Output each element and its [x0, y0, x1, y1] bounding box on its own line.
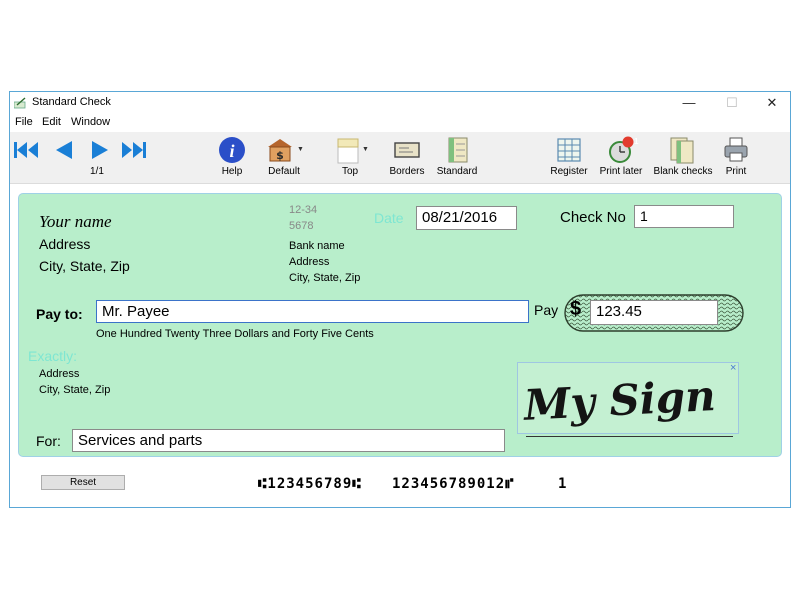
amount-in-words: One Hundred Twenty Three Dollars and For…: [96, 328, 374, 340]
check-pen-icon: [14, 97, 26, 109]
signature-remove-icon[interactable]: ×: [730, 362, 736, 374]
chevron-down-icon: ▼: [362, 146, 369, 153]
date-label: Date: [374, 210, 404, 226]
chevron-down-icon: ▼: [297, 146, 304, 153]
check-form: Your name Address City, State, Zip 12-34…: [18, 193, 782, 457]
borders-button[interactable]: Borders: [387, 134, 427, 180]
memo-field[interactable]: Services and parts: [72, 429, 505, 452]
register-grid-icon: [557, 138, 581, 162]
micr-account: 123456789012⑈: [392, 476, 515, 492]
bank-address[interactable]: Address: [289, 256, 329, 268]
signature-text: My Sign: [521, 371, 717, 430]
previous-page-icon[interactable]: [50, 138, 78, 162]
page-indicator: 1/1: [90, 166, 104, 177]
menu-file[interactable]: File: [15, 116, 33, 128]
toolbar: 1/1 i Help $ ▼ Default ▼ Top Borders Sta…: [10, 132, 790, 184]
payer-name[interactable]: Your name: [39, 212, 112, 232]
svg-text:$: $: [276, 149, 284, 162]
check-border-icon: [394, 142, 420, 158]
app-window: Standard Check — ☐ ✕ File Edit Window 1/…: [9, 91, 791, 508]
close-button[interactable]: ✕: [757, 94, 787, 112]
check-no-field[interactable]: 1: [634, 205, 734, 228]
checks-stack-icon: [448, 137, 468, 163]
print-later-badge: 1: [634, 137, 639, 146]
signature-image: My Sign: [521, 371, 717, 430]
date-field[interactable]: 08/21/2016: [416, 206, 517, 230]
window-title: Standard Check: [32, 96, 111, 108]
clock-add-icon: [609, 136, 634, 163]
title-bar: Standard Check — ☐ ✕: [10, 92, 790, 114]
payee-address[interactable]: Address: [39, 368, 79, 380]
signature-box[interactable]: My Sign ×: [517, 362, 739, 434]
menu-edit[interactable]: Edit: [42, 116, 61, 128]
amount-field[interactable]: 123.45: [590, 300, 718, 325]
blank-checks-icon: [670, 137, 694, 164]
next-page-icon[interactable]: [86, 138, 114, 162]
last-page-icon[interactable]: [120, 138, 148, 162]
pay-to-label: Pay to:: [36, 306, 83, 322]
printer-icon: [724, 137, 748, 162]
help-button[interactable]: i Help: [212, 134, 252, 180]
pay-label: Pay: [534, 302, 559, 318]
signature-line: [526, 436, 733, 437]
pay-to-field[interactable]: Mr. Payee: [96, 300, 529, 323]
for-label: For:: [36, 433, 61, 449]
check-no-label: Check No: [560, 209, 626, 226]
svg-text:i: i: [229, 141, 234, 161]
payer-city[interactable]: City, State, Zip: [39, 258, 130, 274]
micr-check-number: 1: [558, 476, 568, 492]
info-icon: i: [219, 137, 245, 163]
top-position-button[interactable]: ▼ Top: [330, 134, 370, 180]
register-button[interactable]: Register: [547, 134, 591, 180]
print-button[interactable]: Print: [718, 134, 754, 180]
reset-button[interactable]: Reset: [41, 475, 125, 490]
payee-city[interactable]: City, State, Zip: [39, 384, 110, 396]
menu-window[interactable]: Window: [71, 116, 110, 128]
bank-city[interactable]: City, State, Zip: [289, 272, 360, 284]
maximize-button[interactable]: ☐: [717, 94, 747, 112]
bank-name[interactable]: Bank name: [289, 240, 345, 252]
page-top-icon: [337, 138, 359, 164]
menu-bar: File Edit Window: [10, 114, 790, 132]
default-layout-button[interactable]: $ ▼ Default: [262, 134, 306, 180]
minimize-button[interactable]: —: [674, 94, 704, 112]
blank-checks-button[interactable]: Blank checks: [652, 134, 714, 180]
print-later-button[interactable]: 1 Print later: [597, 134, 645, 180]
micr-routing: ⑆123456789⑆: [258, 476, 362, 492]
currency-symbol: $: [570, 298, 582, 320]
payer-address[interactable]: Address: [39, 236, 90, 252]
routing-fraction-top: 12-34: [289, 204, 318, 216]
first-page-icon[interactable]: [12, 138, 40, 162]
bank-building-icon: $: [268, 139, 292, 162]
exactly-label: Exactly:: [28, 348, 78, 364]
routing-fraction-bottom: 5678: [289, 220, 314, 232]
standard-button[interactable]: Standard: [434, 134, 480, 180]
